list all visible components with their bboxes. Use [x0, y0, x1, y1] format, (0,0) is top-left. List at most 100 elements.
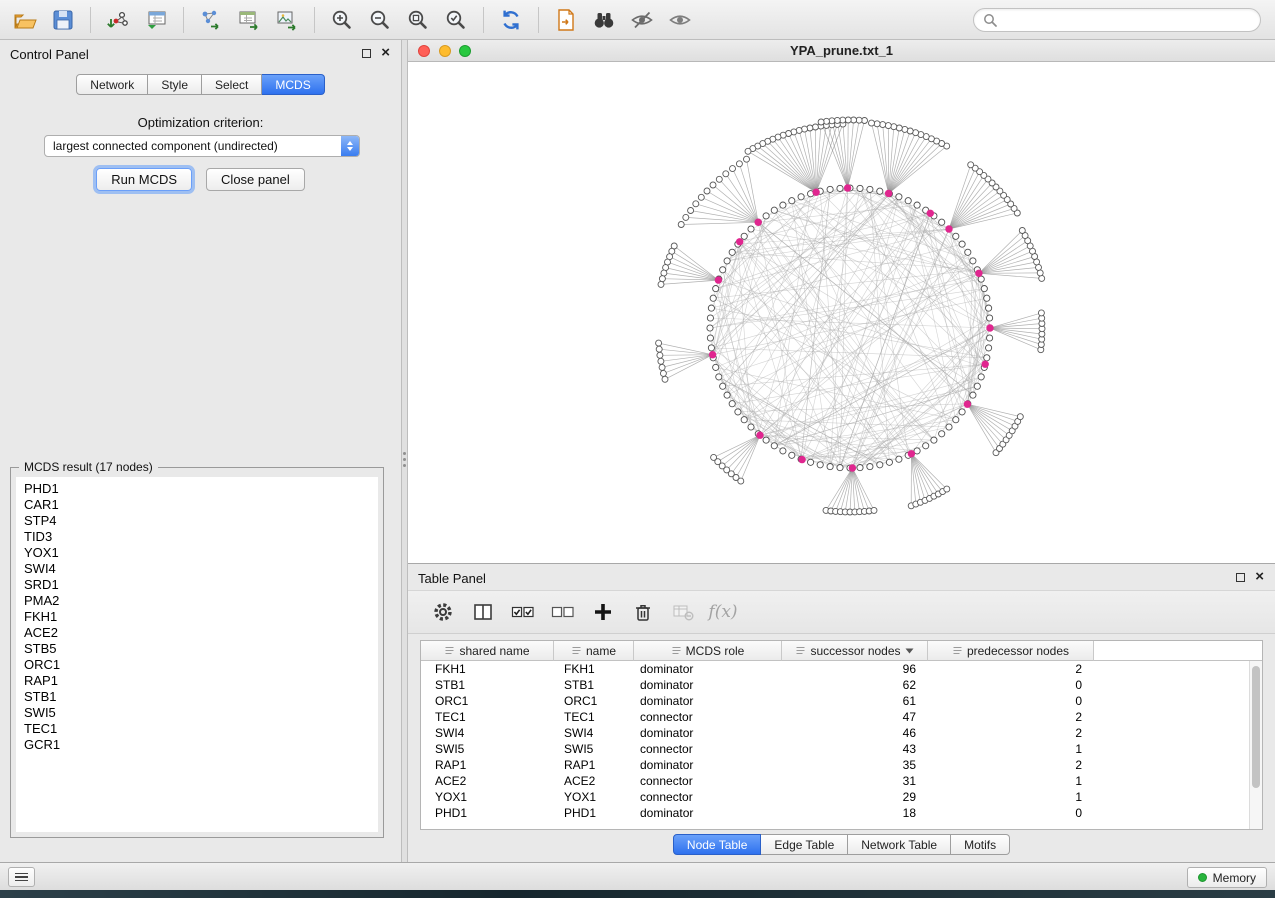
ring-node[interactable] — [857, 185, 863, 191]
leaf-node[interactable] — [968, 162, 974, 168]
dominator-node[interactable] — [982, 361, 989, 368]
leaf-node[interactable] — [880, 122, 886, 128]
ring-node[interactable] — [974, 383, 980, 389]
leaf-node[interactable] — [683, 214, 689, 220]
network-search-button[interactable] — [585, 4, 623, 36]
ring-node[interactable] — [965, 249, 971, 255]
ring-node[interactable] — [741, 417, 747, 423]
ring-node[interactable] — [923, 443, 929, 449]
table-row[interactable]: SWI4SWI4dominator462 — [421, 725, 1249, 741]
table-scrollbar[interactable] — [1249, 661, 1262, 829]
list-item[interactable]: ORC1 — [24, 657, 378, 673]
leaf-node[interactable] — [716, 176, 722, 182]
ring-node[interactable] — [708, 305, 714, 311]
dominator-node[interactable] — [908, 450, 915, 457]
leaf-node[interactable] — [698, 194, 704, 200]
leaf-node[interactable] — [818, 119, 824, 125]
leaf-node[interactable] — [1038, 310, 1044, 316]
dominator-node[interactable] — [964, 401, 971, 408]
list-item[interactable]: SWI5 — [24, 705, 378, 721]
ring-node[interactable] — [724, 392, 730, 398]
tab-motifs[interactable]: Motifs — [951, 834, 1010, 855]
list-item[interactable]: TID3 — [24, 529, 378, 545]
minimize-window-icon[interactable] — [439, 45, 451, 57]
ring-node[interactable] — [708, 345, 714, 351]
close-panel-icon[interactable]: × — [381, 44, 390, 62]
leaf-node[interactable] — [656, 340, 662, 346]
ring-node[interactable] — [808, 459, 814, 465]
leaf-node[interactable] — [723, 171, 729, 177]
ring-node[interactable] — [789, 452, 795, 458]
import-table-button[interactable] — [137, 4, 175, 36]
leaf-node[interactable] — [657, 352, 663, 358]
leaf-node[interactable] — [660, 370, 666, 376]
column-header-mcds-role[interactable]: MCDS role — [634, 641, 782, 661]
ring-node[interactable] — [763, 437, 769, 443]
table-row[interactable]: RAP1RAP1dominator352 — [421, 757, 1249, 773]
ring-node[interactable] — [867, 464, 873, 470]
column-header-successor-nodes[interactable]: successor nodes — [782, 641, 928, 661]
ring-node[interactable] — [837, 185, 843, 191]
table-settings-button[interactable] — [426, 597, 460, 627]
ring-node[interactable] — [959, 409, 965, 415]
ring-node[interactable] — [748, 424, 754, 430]
dominator-node[interactable] — [715, 276, 722, 283]
list-item[interactable]: STB1 — [24, 689, 378, 705]
ring-node[interactable] — [724, 258, 730, 264]
list-item[interactable]: SRD1 — [24, 577, 378, 593]
ring-node[interactable] — [986, 345, 992, 351]
panel-splitter[interactable] — [401, 40, 408, 862]
ring-node[interactable] — [984, 295, 990, 301]
leaf-node[interactable] — [1019, 228, 1025, 234]
close-panel-icon[interactable]: × — [1255, 568, 1264, 586]
float-panel-icon[interactable] — [1236, 573, 1245, 582]
ring-node[interactable] — [729, 249, 735, 255]
ring-node[interactable] — [970, 258, 976, 264]
dominator-node[interactable] — [798, 456, 805, 463]
leaf-node[interactable] — [659, 364, 665, 370]
open-session-button[interactable] — [6, 4, 44, 36]
ring-node[interactable] — [867, 186, 873, 192]
ring-node[interactable] — [896, 456, 902, 462]
leaf-node[interactable] — [1039, 275, 1045, 281]
column-header-predecessor-nodes[interactable]: predecessor nodes — [928, 641, 1094, 661]
leaf-node[interactable] — [658, 358, 664, 364]
zoom-out-button[interactable] — [361, 4, 399, 36]
leaf-node[interactable] — [885, 123, 891, 129]
ring-node[interactable] — [780, 202, 786, 208]
column-layout-button[interactable] — [466, 597, 500, 627]
ring-node[interactable] — [748, 226, 754, 232]
list-item[interactable]: TEC1 — [24, 721, 378, 737]
leaf-node[interactable] — [745, 148, 751, 154]
float-panel-icon[interactable] — [362, 49, 371, 58]
dominator-node[interactable] — [945, 225, 952, 232]
unselect-all-button[interactable] — [546, 597, 580, 627]
ring-node[interactable] — [771, 443, 777, 449]
table-row[interactable]: ACE2ACE2connector311 — [421, 773, 1249, 789]
list-item[interactable]: SWI4 — [24, 561, 378, 577]
export-image-button[interactable] — [268, 4, 306, 36]
list-item[interactable]: STP4 — [24, 513, 378, 529]
dominator-node[interactable] — [849, 464, 856, 471]
dominator-node[interactable] — [709, 351, 716, 358]
ring-node[interactable] — [959, 241, 965, 247]
tab-select[interactable]: Select — [202, 74, 262, 95]
close-window-icon[interactable] — [418, 45, 430, 57]
column-header-shared-name[interactable]: shared name — [421, 641, 554, 661]
leaf-node[interactable] — [658, 281, 664, 287]
export-table-button[interactable] — [230, 4, 268, 36]
ring-node[interactable] — [741, 233, 747, 239]
list-item[interactable]: STB5 — [24, 641, 378, 657]
ring-node[interactable] — [931, 437, 937, 443]
list-item[interactable]: FKH1 — [24, 609, 378, 625]
ring-node[interactable] — [763, 213, 769, 219]
column-header-name[interactable]: name — [554, 641, 634, 661]
list-item[interactable]: GCR1 — [24, 737, 378, 753]
leaf-node[interactable] — [738, 478, 744, 484]
ring-node[interactable] — [827, 186, 833, 192]
list-item[interactable]: PHD1 — [24, 481, 378, 497]
ring-node[interactable] — [707, 315, 713, 321]
share-document-button[interactable] — [547, 4, 585, 36]
import-network-button[interactable] — [99, 4, 137, 36]
ring-node[interactable] — [780, 448, 786, 454]
